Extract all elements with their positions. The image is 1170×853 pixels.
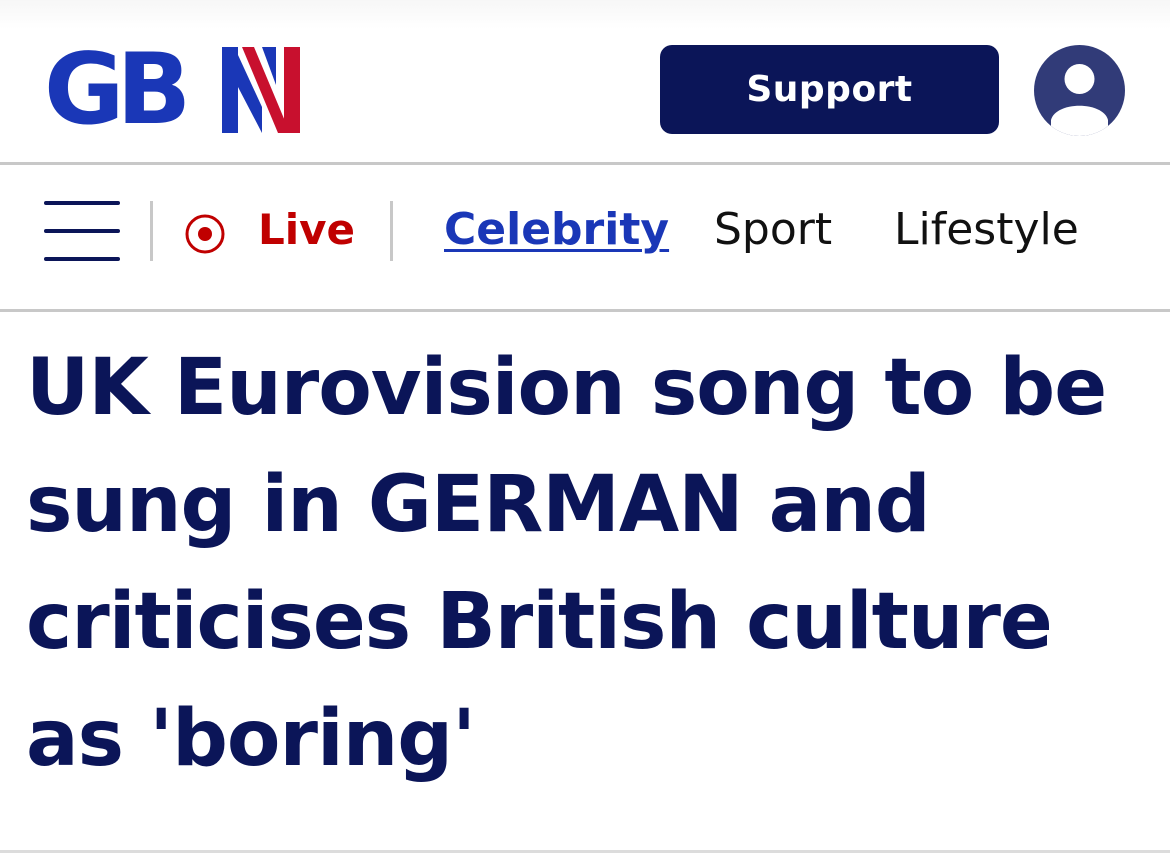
hamburger-menu-icon[interactable] [44, 201, 120, 261]
main-nav: Live Celebrity Sport Lifestyle [0, 165, 1170, 309]
support-button[interactable]: Support [660, 45, 999, 134]
nav-divider [0, 309, 1170, 312]
nav-separator [390, 201, 393, 261]
article-headline: UK Eurovision song to be sung in GERMAN … [26, 343, 1107, 784]
nav-item-sport[interactable]: Sport [714, 205, 832, 255]
nav-item-celebrity[interactable]: Celebrity [444, 205, 669, 255]
logo-n-flag-icon [222, 47, 300, 133]
gbn-logo[interactable]: GB [44, 40, 304, 140]
logo-letters: GB [44, 33, 191, 147]
nav-item-lifestyle[interactable]: Lifestyle [894, 205, 1079, 255]
account-avatar[interactable] [1034, 45, 1125, 136]
user-icon [1051, 64, 1108, 136]
live-link[interactable]: Live [258, 205, 355, 255]
nav-separator [150, 201, 153, 261]
site-header: GB Support [0, 0, 1170, 162]
live-record-icon [185, 214, 225, 254]
